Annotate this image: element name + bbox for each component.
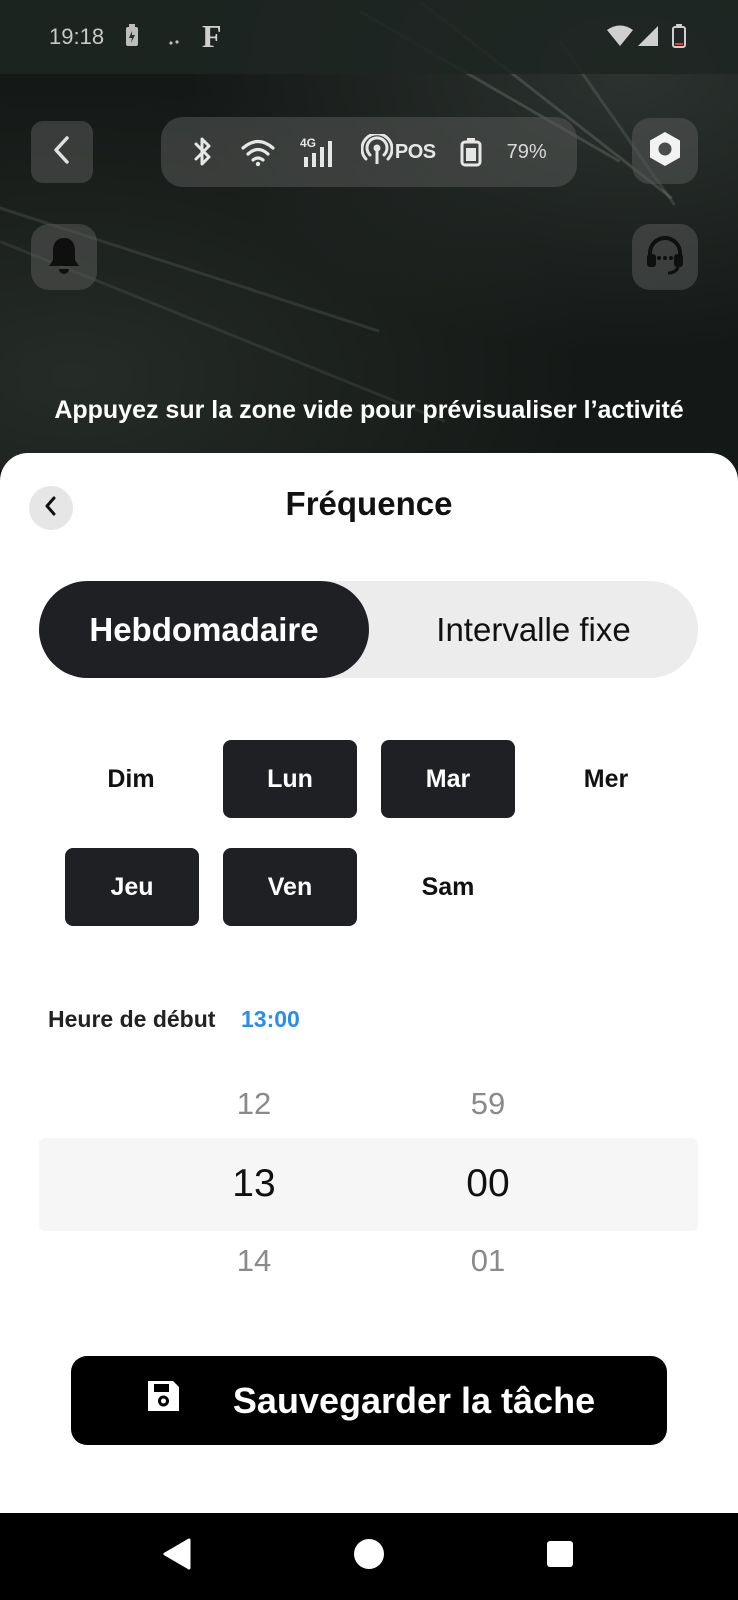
triangle-back-icon [161, 1537, 193, 1576]
chevron-left-icon [51, 135, 73, 170]
battery-low-icon [672, 24, 686, 54]
start-time-label: Heure de début [48, 1006, 216, 1032]
rtk-antenna-icon [360, 131, 394, 171]
square-recents-icon [545, 1539, 575, 1574]
support-button[interactable] [632, 224, 698, 290]
device-battery-icon [460, 137, 482, 167]
hour-next[interactable]: 14 [194, 1243, 314, 1279]
minute-selected[interactable]: 00 [428, 1162, 548, 1206]
day-thu[interactable]: Jeu [65, 848, 199, 926]
day-wed[interactable]: Mer [539, 740, 673, 818]
device-battery-percent: 79% [506, 140, 547, 163]
svg-text:4G: 4G [300, 136, 316, 150]
nav-back-button[interactable] [132, 1513, 222, 1600]
status-time: 19:18 [49, 24, 105, 49]
wifi-icon [606, 24, 634, 54]
save-task-label: Sauvegarder la tâche [232, 1379, 596, 1421]
day-sat[interactable]: Sam [381, 848, 515, 926]
wifi-strength-icon [240, 137, 276, 167]
day-fri[interactable]: Ven [223, 848, 357, 926]
notifications-button[interactable] [31, 224, 97, 290]
save-icon [143, 1376, 183, 1425]
minute-next[interactable]: 01 [428, 1243, 548, 1279]
headset-icon [643, 233, 687, 282]
dots-icon [168, 28, 182, 54]
day-mon[interactable]: Lun [223, 740, 357, 818]
hour-selected[interactable]: 13 [194, 1162, 314, 1206]
cellular-4g-icon: 4G [300, 135, 336, 169]
frequency-mode-toggle: Hebdomadaire Intervalle fixe [39, 581, 698, 678]
minute-prev[interactable]: 59 [428, 1086, 548, 1122]
app-logo: F [202, 18, 222, 54]
bell-icon [46, 235, 82, 280]
circle-home-icon [352, 1537, 386, 1576]
device-status-pill[interactable]: 4G POS 79% [161, 117, 577, 187]
signal-icon [636, 24, 660, 54]
battery-saver-icon [124, 24, 140, 54]
nav-recents-button[interactable] [515, 1513, 605, 1600]
bluetooth-icon [191, 135, 215, 169]
day-sun[interactable]: Dim [64, 740, 198, 818]
system-nav-bar [0, 1513, 738, 1600]
rtk-pos-indicator: POS [360, 131, 436, 171]
day-tue[interactable]: Mar [381, 740, 515, 818]
hexagon-icon [645, 129, 685, 174]
status-bar: 19:18 F [0, 0, 738, 74]
nav-home-button[interactable] [324, 1513, 414, 1600]
hour-prev[interactable]: 12 [194, 1086, 314, 1122]
time-picker-selection-band [39, 1138, 698, 1231]
mode-fixed-interval-tab[interactable]: Intervalle fixe [369, 581, 698, 678]
mode-weekly-tab[interactable]: Hebdomadaire [39, 581, 369, 678]
device-settings-button[interactable] [632, 118, 698, 184]
save-task-button[interactable]: Sauvegarder la tâche [71, 1356, 667, 1445]
map-back-button[interactable] [31, 121, 93, 183]
frequency-sheet: Fréquence Hebdomadaire Intervalle fixe D… [0, 453, 738, 1513]
preview-hint: Appuyez sur la zone vide pour prévisuali… [54, 396, 684, 424]
start-time-value: 13:00 [241, 1006, 300, 1032]
pos-label: POS [394, 140, 436, 163]
sheet-title: Fréquence [285, 485, 453, 522]
